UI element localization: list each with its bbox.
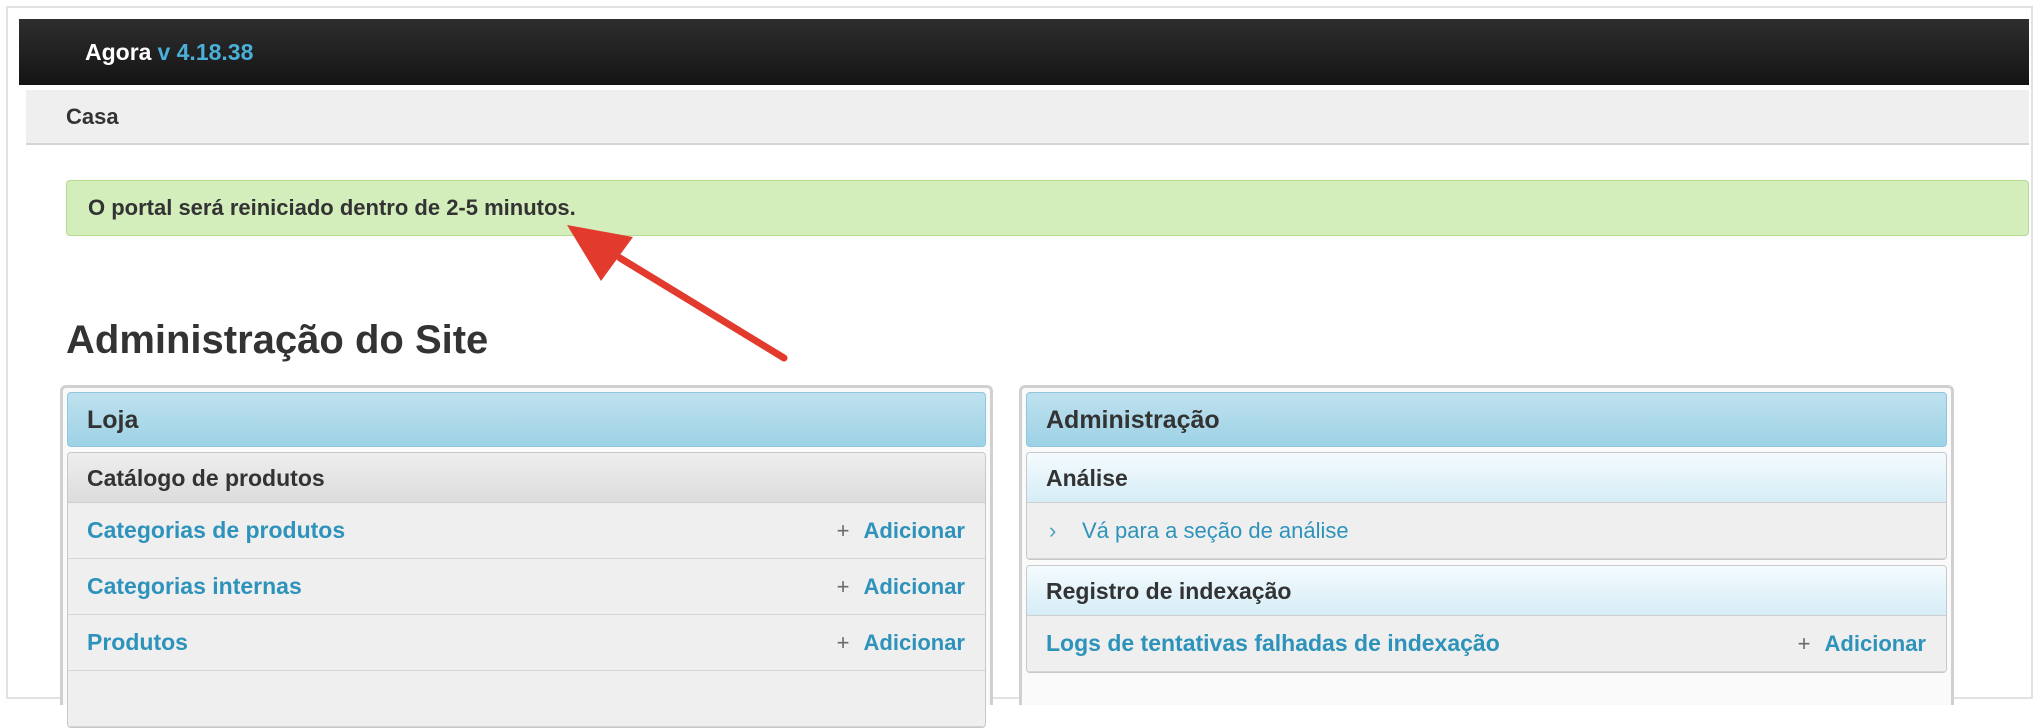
module-caption: Administração	[1026, 392, 1947, 447]
add-button[interactable]: + Adicionar	[837, 503, 965, 558]
add-label: Adicionar	[863, 518, 965, 543]
link-analysis-section[interactable]: Vá para a seção de análise	[1082, 503, 1349, 558]
link-internal-categories[interactable]: Categorias internas	[87, 559, 302, 614]
plus-icon: +	[836, 630, 850, 655]
module-administracao: Administração Análise › Vá para a seção …	[1019, 385, 1954, 705]
breadcrumb-home[interactable]: Casa	[66, 90, 119, 143]
link-product-categories[interactable]: Categorias de produtos	[87, 503, 345, 558]
plus-icon: +	[1797, 631, 1811, 656]
top-navbar: Agora v 4.18.38	[19, 19, 2029, 85]
alert-message: O portal será reiniciado dentro de 2-5 m…	[88, 195, 576, 220]
page-title: Administração do Site	[66, 318, 489, 362]
group-indexing-log: Registro de indexação Logs de tentativas…	[1026, 565, 1947, 673]
link-products[interactable]: Produtos	[87, 615, 188, 670]
table-row: Categorias internas + Adicionar	[68, 559, 985, 615]
group-title: Registro de indexação	[1027, 566, 1946, 616]
group-title: Análise	[1027, 453, 1946, 503]
group-title: Catálogo de produtos	[68, 453, 985, 503]
add-button[interactable]: + Adicionar	[837, 615, 965, 670]
success-alert: O portal será reiniciado dentro de 2-5 m…	[66, 180, 2029, 236]
table-row: Logs de tentativas falhadas de indexação…	[1027, 616, 1946, 672]
list-item: › Vá para a seção de análise	[1027, 503, 1946, 559]
add-label: Adicionar	[1824, 631, 1926, 656]
app-name: Agora	[85, 39, 152, 65]
group-analysis: Análise › Vá para a seção de análise	[1026, 452, 1947, 560]
chevron-right-icon: ›	[1049, 518, 1057, 543]
table-row	[68, 671, 985, 727]
add-button[interactable]: + Adicionar	[837, 559, 965, 614]
plus-icon: +	[836, 574, 850, 599]
site-brand[interactable]: Agora v 4.18.38	[85, 19, 253, 85]
link-indexing-failure-logs[interactable]: Logs de tentativas falhadas de indexação	[1046, 616, 1500, 671]
group-product-catalog: Catálogo de produtos Categorias de produ…	[67, 452, 986, 728]
table-row: Categorias de produtos + Adicionar	[68, 503, 985, 559]
add-label: Adicionar	[863, 630, 965, 655]
table-row: Produtos + Adicionar	[68, 615, 985, 671]
plus-icon: +	[836, 518, 850, 543]
add-label: Adicionar	[863, 574, 965, 599]
app-version: v 4.18.38	[157, 39, 254, 65]
add-button[interactable]: + Adicionar	[1798, 616, 1926, 671]
module-loja: Loja Catálogo de produtos Categorias de …	[60, 385, 993, 728]
breadcrumb-bar: Casa	[26, 90, 2029, 145]
module-caption: Loja	[67, 392, 986, 447]
